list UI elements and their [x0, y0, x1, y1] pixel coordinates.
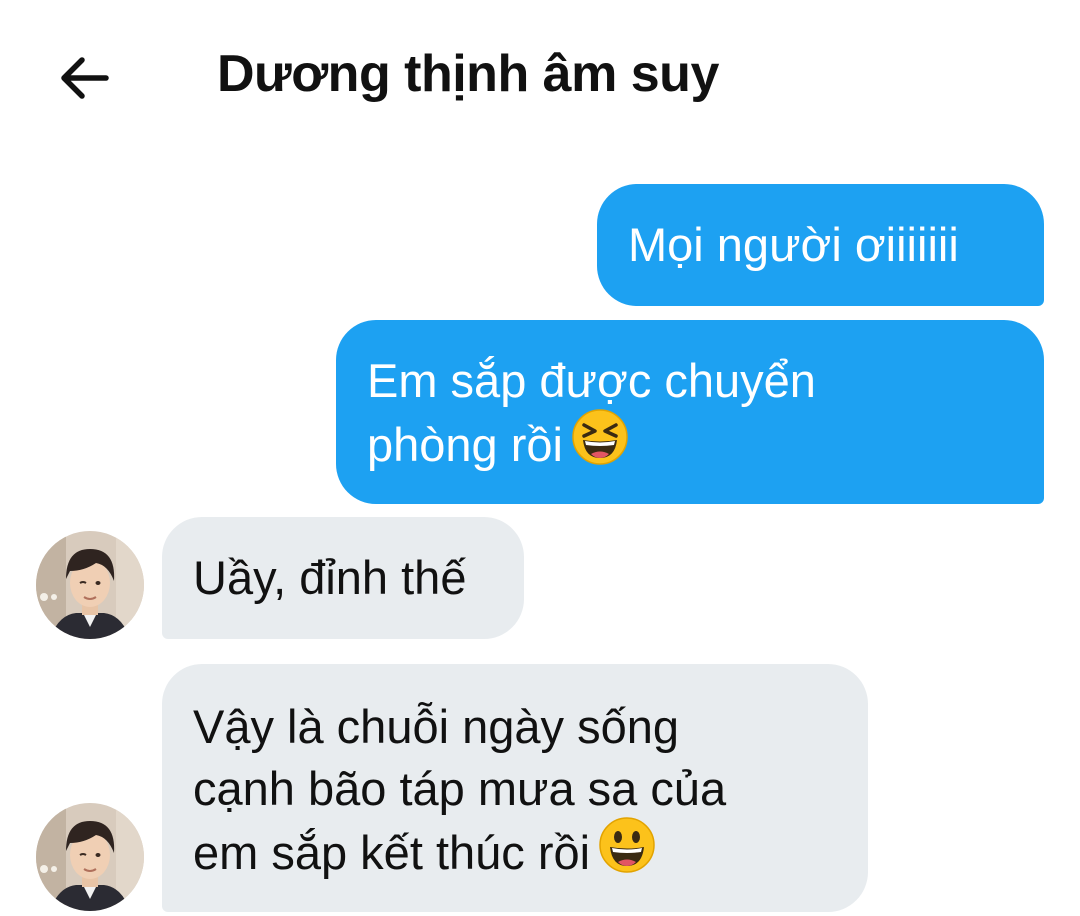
message-text: Mọi người ơiiiiiii	[628, 218, 959, 271]
message-bubble-incoming[interactable]: Vậy là chuỗi ngày sống cạnh bão táp mưa …	[162, 664, 868, 912]
grinning-squinting-face-icon	[571, 408, 629, 481]
avatar[interactable]	[36, 803, 144, 911]
avatar[interactable]	[36, 531, 144, 639]
message-bubble-incoming[interactable]: Uầy, đỉnh thế	[162, 517, 524, 639]
message-text: Uầy, đỉnh thế	[193, 551, 467, 604]
message-text: Em sắp được chuyển	[367, 354, 816, 407]
message-text: cạnh bão táp mưa sa của	[193, 762, 727, 815]
message-text: em sắp kết thúc rồi	[193, 825, 591, 879]
message-bubble-outgoing[interactable]: Em sắp được chuyển phòng rồi	[336, 320, 1044, 504]
back-button[interactable]	[52, 46, 116, 110]
message-bubble-outgoing[interactable]: Mọi người ơiiiiiii	[597, 184, 1044, 306]
message-text: phòng rồi	[367, 417, 563, 471]
message-text: Vậy là chuỗi ngày sống	[193, 700, 679, 753]
chat-header: Dương thịnh âm suy	[0, 0, 1080, 150]
conversation-title: Dương thịnh âm suy	[217, 45, 719, 103]
arrow-left-icon	[61, 57, 109, 99]
grinning-face-icon	[598, 816, 656, 889]
